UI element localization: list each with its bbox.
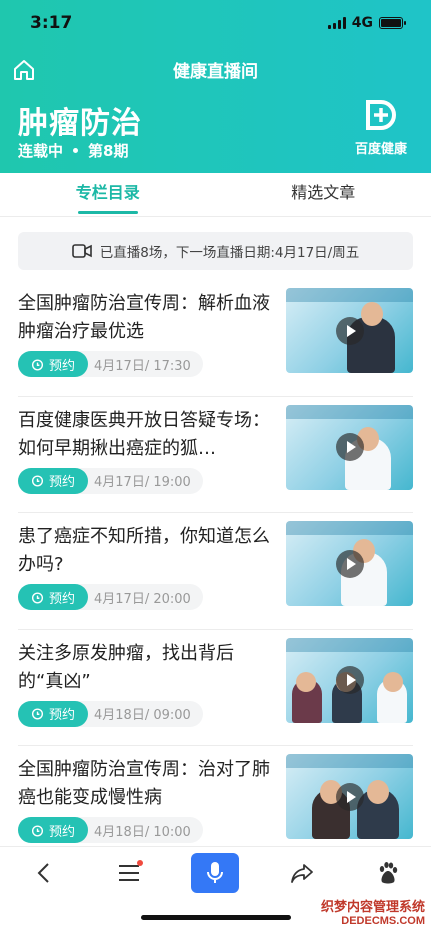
column-title: 肿瘤防治 [18, 106, 142, 141]
live-time: 4月17日/ 19:00 [94, 475, 191, 490]
home-indicator [141, 915, 291, 920]
video-camera-icon [71, 244, 92, 258]
back-button[interactable] [19, 853, 67, 893]
menu-button[interactable] [105, 853, 153, 893]
alarm-clock-icon [31, 358, 44, 370]
nav-bar: 健康直播间 [0, 46, 431, 92]
page-title: 健康直播间 [173, 61, 258, 82]
article-title[interactable]: 全国肿瘤防治宣传周：解析血液肿瘤治疗最优选 [18, 290, 276, 346]
article-title[interactable]: 患了癌症不知所措，你知道怎么办吗? [18, 523, 276, 579]
article-thumbnail[interactable] [286, 754, 413, 839]
reserve-button[interactable]: 预约 [18, 584, 88, 610]
baidu-paw-button[interactable] [364, 853, 412, 893]
article-item[interactable]: 全国肿瘤防治宣传周：解析血液肿瘤治疗最优选 预约 4月17日/ 17:30 [18, 280, 413, 397]
reserve-button[interactable]: 预约 [18, 351, 88, 377]
reserve-label: 预约 [48, 358, 75, 374]
reserve-button[interactable]: 预约 [18, 700, 88, 727]
column-header: 健康直播间 肿瘤防治 连载中 第8期 百度健康 [0, 46, 431, 173]
alarm-clock-icon [31, 475, 44, 487]
brand-name: 百度健康 [354, 142, 407, 157]
watermark-line1: 织梦内容管理系统 [320, 899, 425, 914]
article-meta: 预约 4月17日/ 19:00 [18, 467, 203, 494]
live-info-banner: 已直播8场，下一场直播日期:4月17日/周五 [18, 232, 413, 270]
live-time: 4月17日/ 17:30 [94, 358, 191, 374]
play-icon[interactable] [335, 782, 365, 812]
microphone-icon [207, 861, 224, 883]
live-info-text: 已直播8场，下一场直播日期:4月17日/周五 [99, 245, 360, 261]
battery-icon [379, 17, 406, 29]
network-label: 4G [351, 15, 373, 31]
menu-icon [119, 864, 140, 881]
alarm-clock-icon [31, 708, 44, 720]
article-item[interactable]: 关注多原发肿瘤，找出背后的“真凶” 预约 4月18日/ 09:00 [18, 630, 413, 746]
status-bar: 3:17 4G [0, 0, 431, 46]
article-title[interactable]: 百度健康医典开放日答疑专场：如何早期揪出癌症的狐… [18, 407, 276, 463]
reserve-label: 预约 [48, 708, 75, 723]
signal-icon [327, 17, 346, 29]
tab-bar: 专栏目录 精选文章 [0, 173, 431, 217]
share-button[interactable] [278, 853, 326, 893]
voice-search-button[interactable] [191, 852, 240, 893]
article-item[interactable]: 百度健康医典开放日答疑专场：如何早期揪出癌症的狐… 预约 4月17日/ 19:0… [18, 397, 413, 513]
article-title[interactable]: 全国肿瘤防治宣传周：治对了肺癌也能变成慢性病 [18, 756, 276, 812]
alarm-clock-icon [31, 824, 44, 836]
article-meta: 预约 4月18日/ 09:00 [18, 700, 203, 727]
serial-status: 连载中 [18, 142, 64, 160]
article-title[interactable]: 关注多原发肿瘤，找出背后的“真凶” [18, 640, 276, 696]
article-meta: 预约 4月17日/ 20:00 [18, 584, 203, 610]
baidu-health-logo-icon [366, 100, 396, 130]
alarm-clock-icon [31, 591, 44, 603]
status-icons: 4G [327, 15, 406, 31]
reserve-button[interactable]: 预约 [18, 467, 88, 494]
status-time: 3:17 [30, 13, 73, 33]
article-thumbnail[interactable] [286, 288, 413, 373]
live-time: 4月18日/ 09:00 [94, 708, 191, 723]
tab-featured-articles[interactable]: 精选文章 [216, 173, 431, 216]
home-icon[interactable] [12, 58, 36, 82]
article-meta: 预约 4月17日/ 17:30 [18, 351, 203, 377]
article-thumbnail[interactable] [286, 521, 413, 606]
brand-logo: 百度健康 [351, 98, 411, 157]
separator-dot [73, 148, 79, 153]
play-icon[interactable] [335, 432, 365, 462]
bottom-toolbar [0, 846, 431, 898]
article-item[interactable]: 患了癌症不知所措，你知道怎么办吗? 预约 4月17日/ 20:00 [18, 513, 413, 630]
reserve-label: 预约 [48, 591, 75, 607]
article-meta: 预约 4月18日/ 10:00 [18, 817, 203, 843]
play-icon[interactable] [335, 549, 365, 579]
episode-count: 第8期 [88, 142, 129, 160]
article-thumbnail[interactable] [286, 404, 413, 490]
article-list: 全国肿瘤防治宣传周：解析血液肿瘤治疗最优选 预约 4月17日/ 17:30 百度… [0, 280, 431, 863]
baidu-paw-icon [379, 861, 398, 883]
reserve-button[interactable]: 预约 [18, 817, 88, 843]
reserve-label: 预约 [48, 824, 75, 840]
article-thumbnail[interactable] [286, 637, 413, 723]
notification-dot [137, 859, 144, 866]
site-watermark: 织梦内容管理系统 DEDECMS.COM [321, 896, 425, 927]
tab-column-catalog[interactable]: 专栏目录 [0, 173, 216, 216]
live-time: 4月18日/ 10:00 [94, 824, 191, 840]
share-icon [290, 863, 313, 883]
reserve-label: 预约 [48, 475, 75, 490]
live-time: 4月17日/ 20:00 [94, 591, 191, 607]
column-status: 连载中 第8期 [18, 140, 128, 161]
chevron-left-icon [37, 862, 49, 883]
play-icon[interactable] [335, 316, 365, 346]
watermark-line2: DEDECMS.COM [341, 915, 425, 927]
play-icon[interactable] [335, 665, 365, 695]
